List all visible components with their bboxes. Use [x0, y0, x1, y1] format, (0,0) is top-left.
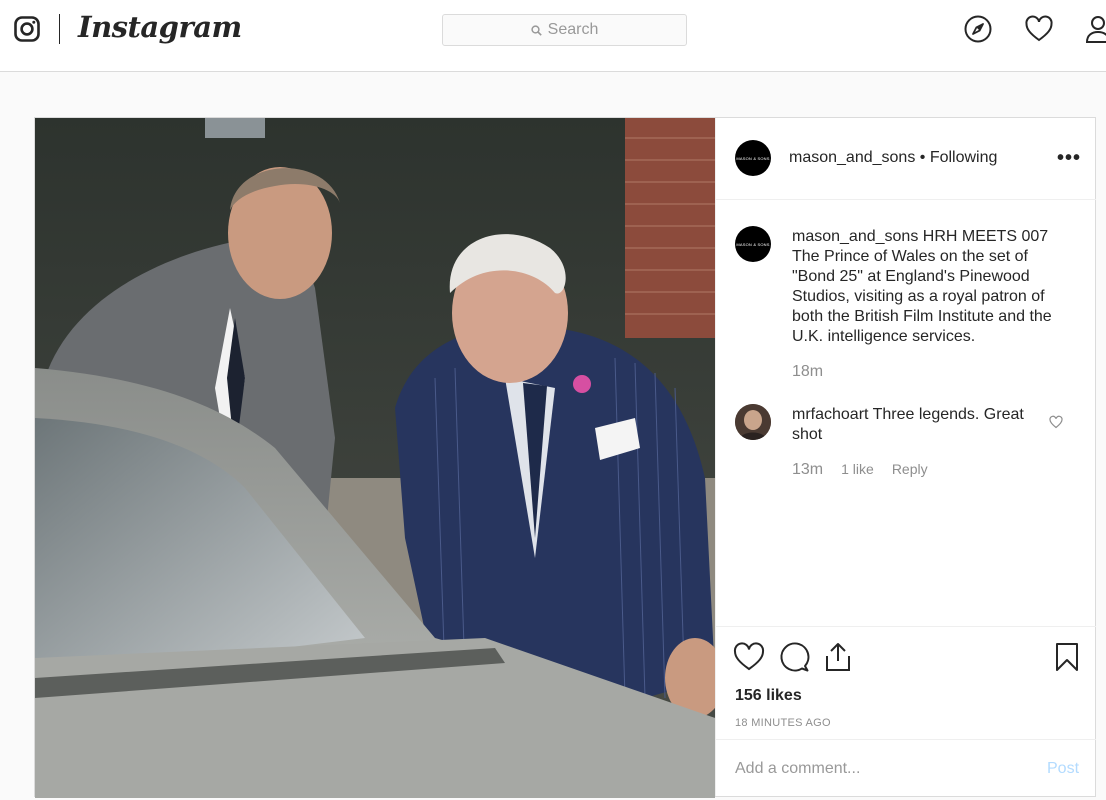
post-photo[interactable] [35, 118, 715, 798]
header-account-line: mason_and_sons • Following [789, 149, 997, 167]
account-name-link[interactable]: mason_and_sons [789, 149, 915, 166]
explore-compass-icon[interactable] [963, 14, 993, 44]
search-placeholder: Search [547, 21, 599, 38]
comment-item: mrfachoart Three legends. Great shot [792, 405, 1032, 445]
comment-username-link[interactable]: mrfachoart [792, 406, 868, 423]
commenter-avatar-image [735, 404, 771, 440]
top-navigation-bar: Instagram Search [0, 0, 1106, 72]
comment-like-heart-icon[interactable] [1049, 415, 1063, 429]
logo-divider [59, 14, 60, 44]
instagram-glyph-icon[interactable] [14, 16, 40, 42]
instagram-wordmark[interactable]: Instagram [78, 10, 242, 44]
profile-icon[interactable] [1084, 14, 1106, 44]
post-header: MASON & SONS mason_and_sons • Following … [716, 118, 1096, 200]
save-bookmark-icon[interactable] [1051, 641, 1083, 673]
like-heart-icon[interactable] [733, 641, 765, 673]
activity-heart-icon[interactable] [1024, 14, 1054, 44]
post-actions: 156 likes 18 MINUTES AGO Add a comment..… [716, 626, 1096, 796]
account-avatar[interactable]: MASON & SONS [735, 140, 771, 176]
more-options-icon[interactable]: ••• [1057, 147, 1081, 170]
comment-meta: 13m 1 like Reply [792, 461, 928, 479]
post-caption: mason_and_sons HRH MEETS 007 The Prince … [792, 227, 1067, 347]
search-box[interactable]: Search [442, 14, 687, 46]
add-comment-box: Add a comment... Post [716, 739, 1096, 797]
caption-timestamp[interactable]: 18m [792, 363, 823, 381]
comment-reply-button[interactable]: Reply [892, 461, 928, 477]
share-icon[interactable] [822, 641, 854, 673]
caption-username-link[interactable]: mason_and_sons [792, 228, 918, 245]
post-side-panel: MASON & SONS mason_and_sons • Following … [715, 118, 1096, 796]
post-comment-button[interactable]: Post [1047, 760, 1079, 778]
following-status[interactable]: • Following [920, 149, 998, 166]
search-icon [530, 24, 542, 36]
post-photo-illustration [35, 118, 715, 798]
commenter-avatar[interactable] [735, 404, 771, 440]
comment-bubble-icon[interactable] [778, 641, 810, 673]
comment-timestamp[interactable]: 13m [792, 461, 823, 479]
comment-input[interactable]: Add a comment... [735, 760, 860, 778]
comment-likes-link[interactable]: 1 like [841, 461, 874, 477]
caption-text: HRH MEETS 007 The Prince of Wales on the… [792, 228, 1052, 345]
caption-avatar[interactable]: MASON & SONS [735, 226, 771, 262]
post-timestamp[interactable]: 18 MINUTES AGO [735, 717, 831, 729]
post-card: MASON & SONS mason_and_sons • Following … [34, 117, 1096, 798]
likes-count[interactable]: 156 likes [735, 687, 802, 705]
